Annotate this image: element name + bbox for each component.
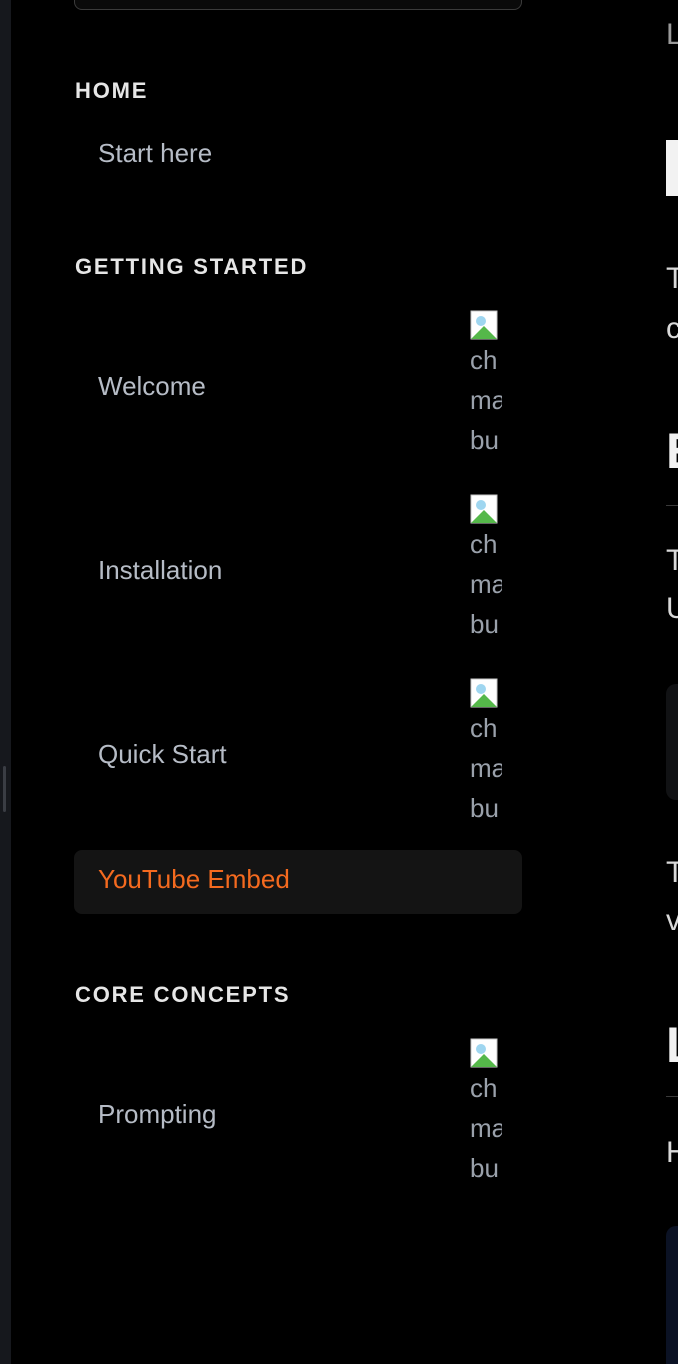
broken-image-glyph-icon bbox=[470, 310, 498, 340]
main-content: L T c E T U T v L H bbox=[666, 0, 678, 1364]
sidebar-item-label: Quick Start bbox=[98, 739, 227, 769]
broken-image-icon: ch ma bu bbox=[470, 310, 502, 460]
breadcrumb: L bbox=[666, 18, 678, 51]
sidebar-item-installation[interactable]: Installation bbox=[74, 490, 522, 650]
section-heading: L bbox=[666, 1016, 678, 1074]
paragraph-line: T bbox=[666, 544, 678, 577]
sidebar-item-start-here[interactable]: Start here bbox=[74, 132, 522, 180]
sidebar-item-label: Prompting bbox=[98, 1099, 217, 1129]
sidebar-item-label: Start here bbox=[98, 138, 213, 168]
app-left-gutter bbox=[0, 0, 11, 1364]
youtube-embed-frame[interactable] bbox=[666, 1226, 678, 1364]
section-title-core-concepts: CORE CONCEPTS bbox=[75, 982, 291, 1007]
paragraph-line: H bbox=[666, 1136, 678, 1169]
sidebar-item-quick-start[interactable]: Quick Start bbox=[74, 674, 522, 834]
broken-image-glyph-icon bbox=[470, 678, 498, 708]
sidebar-item-welcome[interactable]: Welcome bbox=[74, 306, 522, 466]
broken-image-alt-text: ch ma bu bbox=[470, 1073, 502, 1183]
paragraph-line: c bbox=[666, 312, 678, 345]
section-title-getting-started: GETTING STARTED bbox=[75, 254, 309, 279]
paragraph-line: T bbox=[666, 262, 678, 295]
code-block bbox=[666, 684, 678, 800]
sidebar-resize-handle[interactable] bbox=[3, 766, 6, 812]
broken-image-icon: ch ma bu bbox=[470, 678, 502, 828]
sidebar-search-input[interactable] bbox=[74, 0, 522, 10]
section-title-home: HOME bbox=[75, 78, 149, 103]
broken-image-glyph-icon bbox=[470, 1038, 498, 1068]
sidebar-item-label: Installation bbox=[98, 555, 223, 585]
heading-divider bbox=[666, 1096, 678, 1097]
sidebar-item-label: Welcome bbox=[98, 371, 206, 401]
broken-image-icon: ch ma bu bbox=[470, 494, 502, 644]
sidebar-item-youtube-embed[interactable]: YouTube Embed bbox=[74, 850, 522, 914]
sidebar-item-prompting[interactable]: Prompting bbox=[74, 1034, 522, 1194]
paragraph-line: U bbox=[666, 592, 678, 625]
page-title-fragment bbox=[666, 140, 678, 196]
broken-image-glyph-icon bbox=[470, 494, 498, 524]
broken-image-alt-text: ch ma bu bbox=[470, 713, 502, 823]
sidebar-item-label: YouTube Embed bbox=[98, 864, 290, 894]
paragraph-line: v bbox=[666, 904, 678, 937]
broken-image-alt-text: ch ma bu bbox=[470, 529, 502, 639]
heading-divider bbox=[666, 505, 678, 506]
section-heading: E bbox=[666, 422, 678, 480]
paragraph-line: T bbox=[666, 856, 678, 889]
broken-image-alt-text: ch ma bu bbox=[470, 345, 502, 455]
broken-image-icon: ch ma bu bbox=[470, 1038, 502, 1188]
